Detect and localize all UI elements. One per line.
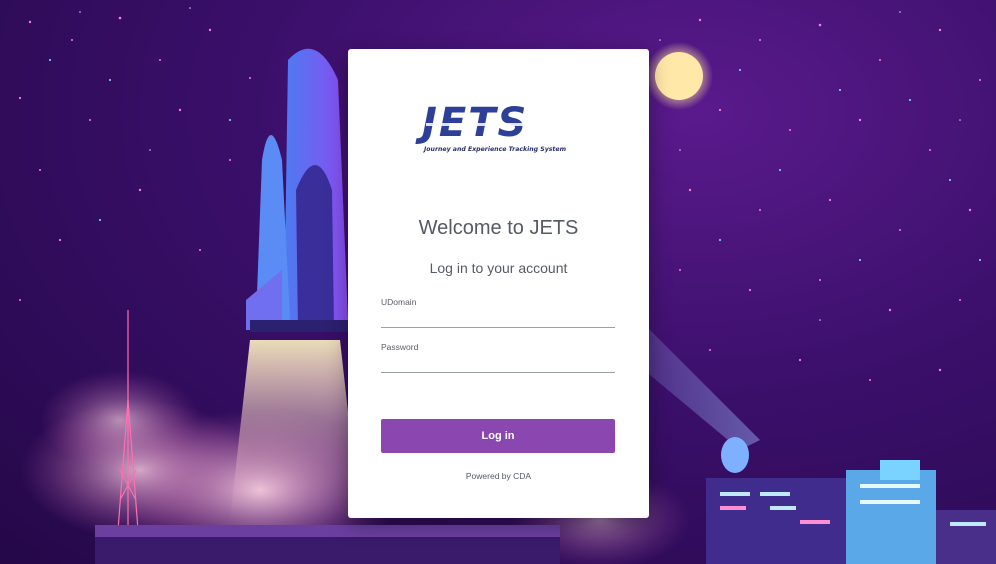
- password-label: Password: [381, 342, 419, 352]
- page-title: Welcome to JETS: [418, 217, 579, 239]
- udomain-label: UDomain: [381, 297, 417, 307]
- login-card: JETS Journey and Experience Tracking Sys…: [348, 49, 649, 518]
- rocket: [246, 48, 350, 332]
- jets-logo: JETS Journey and Experience Tracking Sys…: [418, 101, 578, 161]
- rocket-flame: [230, 340, 360, 520]
- powered-by-text: Powered by CDA: [465, 471, 532, 481]
- logo-stripe: [426, 123, 571, 126]
- udomain-field: UDomain: [381, 297, 615, 328]
- login-button[interactable]: Log in: [381, 419, 615, 453]
- password-input[interactable]: [381, 354, 615, 370]
- logo-tagline: Journey and Experience Tracking System: [424, 146, 567, 153]
- city-buildings: [706, 437, 996, 564]
- udomain-input[interactable]: [381, 309, 615, 325]
- launch-platform: [95, 525, 560, 564]
- login-screen: JETS Journey and Experience Tracking Sys…: [0, 0, 996, 564]
- password-field: Password: [381, 342, 615, 373]
- page-subtitle: Log in to your account: [429, 260, 568, 276]
